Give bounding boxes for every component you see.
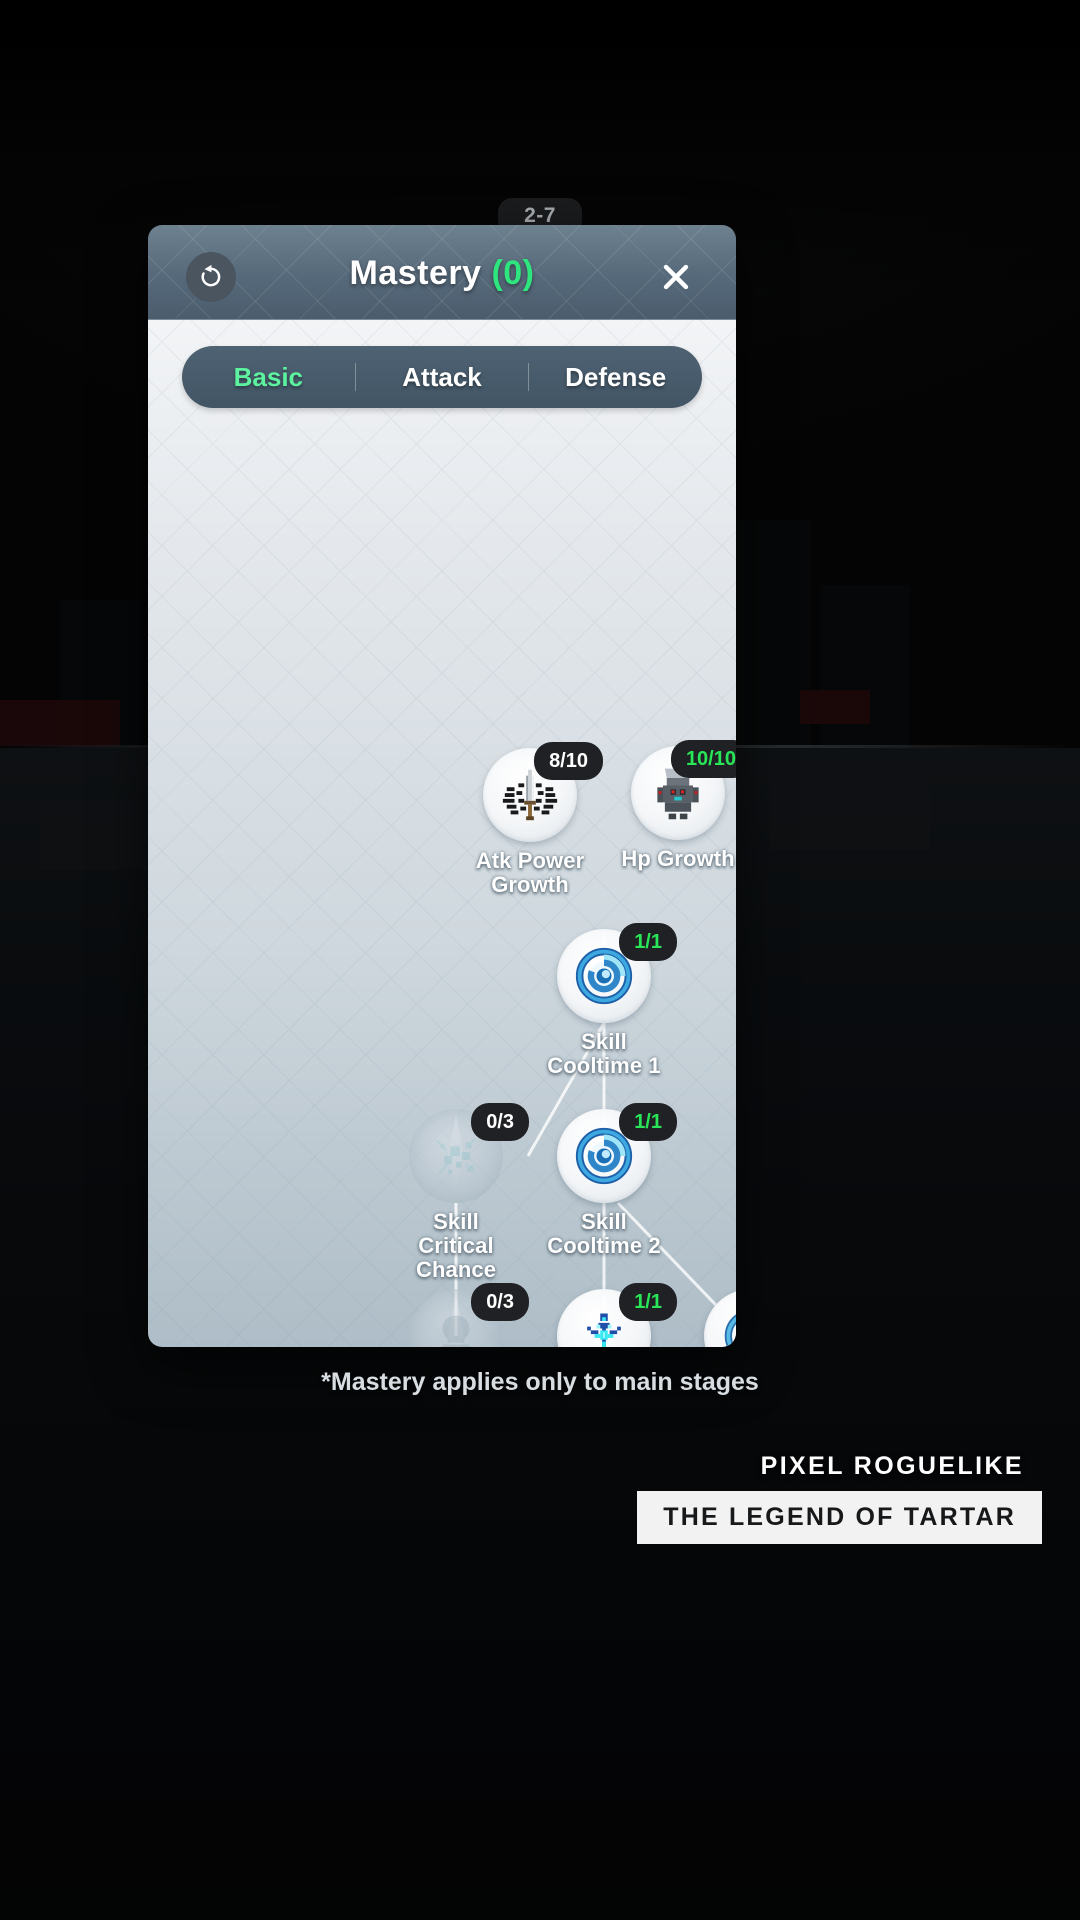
skill-icon-disc: 0/3 xyxy=(409,1103,529,1203)
tab-attack[interactable]: Attack xyxy=(356,362,529,393)
skill-badge: 1/1 xyxy=(619,923,677,961)
skill-icon-disc: 1/1 xyxy=(557,1283,677,1347)
blue-spiral-icon xyxy=(724,1314,736,1347)
skill-node-skill-cooltime-3[interactable]: 1/1 SkillCooltime 3 xyxy=(544,1283,677,1347)
skill-badge: 0/3 xyxy=(471,1103,529,1141)
skill-node-hp-growth[interactable]: 10/10 Hp Growth xyxy=(618,740,736,871)
tab-basic[interactable]: Basic xyxy=(182,362,355,393)
tab-bar: Basic Attack Defense xyxy=(182,346,702,408)
close-button[interactable] xyxy=(650,251,702,303)
skill-badge: 8/10 xyxy=(534,742,603,780)
skill-label: Skill Cooltime 1 xyxy=(547,1029,661,1078)
page-title-text: Mastery xyxy=(349,254,482,292)
skill-badge: 1/1 xyxy=(619,1283,677,1321)
skill-node-skill-cooltime-1[interactable]: 1/1 Skill Cooltime 1 xyxy=(544,923,677,1078)
skill-icon-disc: 1/1 xyxy=(557,923,677,1023)
skill-badge: 10/10 xyxy=(670,740,736,778)
skill-label: Hp Growth xyxy=(621,846,735,871)
page-title: Mastery (0) xyxy=(148,254,736,293)
skill-badge: 1/1 xyxy=(619,1103,677,1141)
mastery-count: (0) xyxy=(491,254,535,292)
modal-header: Mastery (0) xyxy=(148,225,736,320)
skill-icon-disc: 1/1 xyxy=(557,1103,677,1203)
skill-icon-disc: 1/3 xyxy=(704,1289,736,1347)
skill-label: Skill Cooltime 2 xyxy=(547,1209,661,1258)
skill-icon-disc: 0/3 xyxy=(409,1283,529,1347)
brand-subtitle: THE LEGEND OF TARTAR xyxy=(637,1491,1042,1544)
skill-label: Skill Critical Chance xyxy=(415,1209,497,1282)
close-x-icon xyxy=(663,264,689,290)
mastery-modal: Mastery (0) Basic Attack Defense 8/10 At… xyxy=(148,225,736,1347)
skill-node-skill-critical-damage[interactable]: 0/3 Skill CriticalDamage xyxy=(396,1283,529,1347)
brand-title: PIXEL ROGUELIKE xyxy=(760,1452,1024,1480)
skill-node-atk-power-growth[interactable]: 8/10 Atk Power Growth xyxy=(470,742,603,897)
skill-label: Atk Power Growth xyxy=(475,848,585,897)
skill-icon-disc: 10/10 xyxy=(631,740,736,840)
skill-node-skill-cooltime-2[interactable]: 1/1 Skill Cooltime 2 xyxy=(544,1103,677,1258)
skill-icon-disc: 8/10 xyxy=(483,742,603,842)
modal-body: Basic Attack Defense 8/10 Atk Power Grow… xyxy=(148,320,736,1347)
mastery-footnote: *Mastery applies only to main stages xyxy=(321,1368,759,1396)
tab-defense[interactable]: Defense xyxy=(529,362,702,393)
mastery-skill-tree: 8/10 Atk Power Growth 10/10 Hp Growth 1/… xyxy=(148,416,736,1347)
skill-badge: 0/3 xyxy=(471,1283,529,1321)
skill-node-debuff-hit[interactable]: 1/3 Debuff Hit xyxy=(691,1289,736,1347)
skill-node-skill-critical-chance[interactable]: 0/3 Skill Critical Chance xyxy=(396,1103,529,1282)
